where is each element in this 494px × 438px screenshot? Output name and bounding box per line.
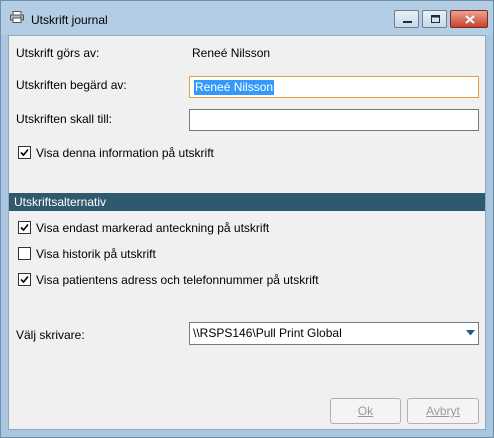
option-marked-note-checkbox[interactable] — [18, 221, 31, 234]
printer-select[interactable]: \\RSPS146\Pull Print Global — [189, 322, 479, 345]
title-bar[interactable]: Utskrift journal — [1, 1, 493, 35]
close-button[interactable] — [450, 10, 488, 28]
recipient-label: Utskriften skall till: — [16, 112, 113, 126]
ok-button[interactable]: Ok — [330, 398, 401, 424]
requested-by-value: Reneé Nilsson — [194, 80, 275, 95]
option-marked-note-label[interactable]: Visa endast markerad anteckning på utskr… — [36, 221, 269, 235]
show-info-checkbox[interactable] — [18, 146, 31, 159]
printed-by-value: Reneé Nilsson — [192, 46, 271, 60]
cancel-button-label: Avbryt — [426, 404, 460, 418]
maximize-button[interactable] — [422, 10, 447, 28]
requested-by-label: Utskriften begärd av: — [16, 78, 127, 92]
requested-by-input[interactable]: Reneé Nilsson — [189, 76, 479, 98]
show-info-label[interactable]: Visa denna information på utskrift — [36, 146, 214, 160]
printed-by-label: Utskrift görs av: — [16, 46, 100, 60]
chevron-down-icon[interactable] — [466, 330, 475, 336]
cancel-button[interactable]: Avbryt — [407, 398, 479, 424]
options-section-title: Utskriftsalternativ — [14, 195, 107, 209]
option-address-checkbox[interactable] — [18, 273, 31, 286]
maximize-icon — [431, 15, 440, 23]
option-history-label[interactable]: Visa historik på utskrift — [36, 247, 156, 261]
close-icon — [465, 15, 475, 24]
recipient-input[interactable] — [189, 109, 479, 131]
ok-button-label: Ok — [357, 404, 374, 418]
printer-selected-value: \\RSPS146\Pull Print Global — [193, 326, 342, 340]
minimize-icon — [403, 21, 412, 23]
check-icon — [20, 148, 29, 157]
printer-label: Välj skrivare: — [16, 328, 85, 342]
printer-icon — [10, 11, 24, 23]
dialog-content: Utskrift görs av: Reneé Nilsson Utskrift… — [8, 35, 486, 430]
dialog-window: Utskrift journal Utskrift görs av: Reneé… — [0, 0, 494, 438]
option-history-checkbox[interactable] — [18, 247, 31, 260]
option-address-label[interactable]: Visa patientens adress och telefonnummer… — [36, 273, 319, 287]
check-icon — [20, 275, 29, 284]
window-title: Utskrift journal — [31, 13, 108, 27]
check-icon — [20, 223, 29, 232]
options-section-header: Utskriftsalternativ — [9, 193, 485, 211]
minimize-button[interactable] — [394, 10, 419, 28]
